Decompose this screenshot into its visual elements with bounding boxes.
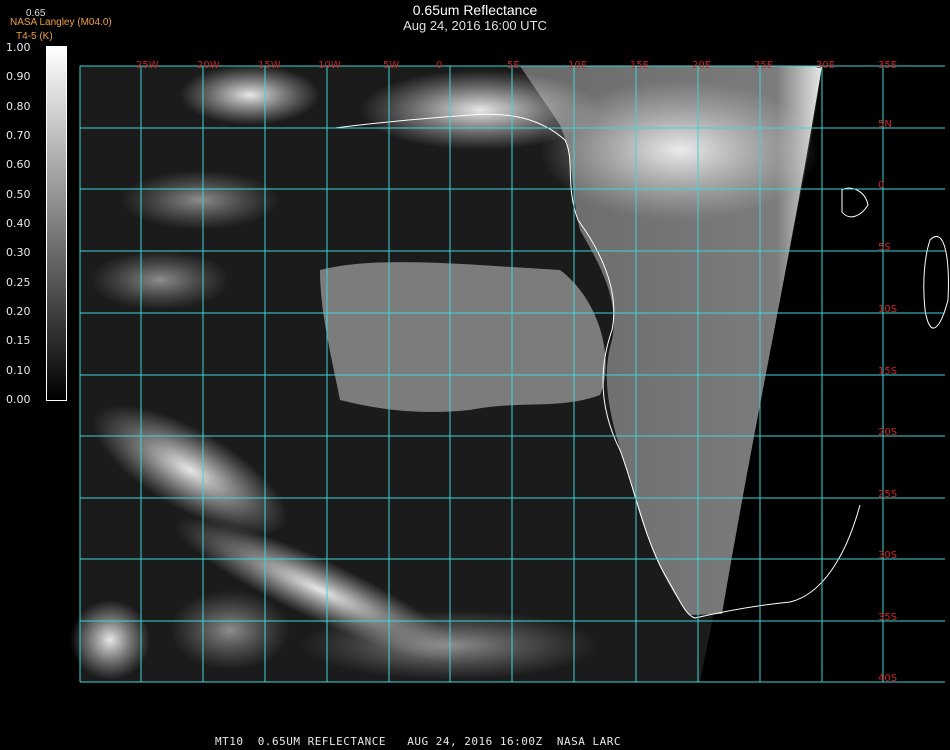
latitude-label: 25S <box>878 489 898 500</box>
longitude-label: 5E <box>507 60 520 71</box>
latitude-label: 5N <box>878 119 892 130</box>
longitude-label: 20E <box>692 60 712 71</box>
latitude-label: 40S <box>878 673 898 684</box>
satellite-map <box>70 65 949 683</box>
longitude-label: 5W <box>383 60 400 71</box>
longitude-label: 25W <box>136 60 159 71</box>
footer-caption: MT10 0.65UM REFLECTANCE AUG 24, 2016 16:… <box>215 735 621 748</box>
longitude-label: 30E <box>816 60 836 71</box>
latitude-label: 30S <box>878 550 898 561</box>
latitude-label: 20S <box>878 427 898 438</box>
latitude-label: 15S <box>878 366 898 377</box>
longitude-label: 10E <box>568 60 588 71</box>
longitude-label: 10W <box>318 60 341 71</box>
latitude-label: 10S <box>878 304 898 315</box>
madagascar-coast <box>923 236 949 329</box>
longitude-label: 15W <box>258 60 281 71</box>
lake-coast <box>841 187 869 218</box>
longitude-label: 25E <box>754 60 774 71</box>
latitude-label: 5S <box>878 242 891 253</box>
latitude-label: 0 <box>878 180 885 191</box>
longitude-label: 15E <box>630 60 650 71</box>
latitude-label: 35S <box>878 612 898 623</box>
longitude-label: 0 <box>436 60 443 71</box>
longitude-label: 20W <box>197 60 220 71</box>
longitude-label: 35E <box>878 60 898 71</box>
cloud-deck <box>320 262 606 412</box>
